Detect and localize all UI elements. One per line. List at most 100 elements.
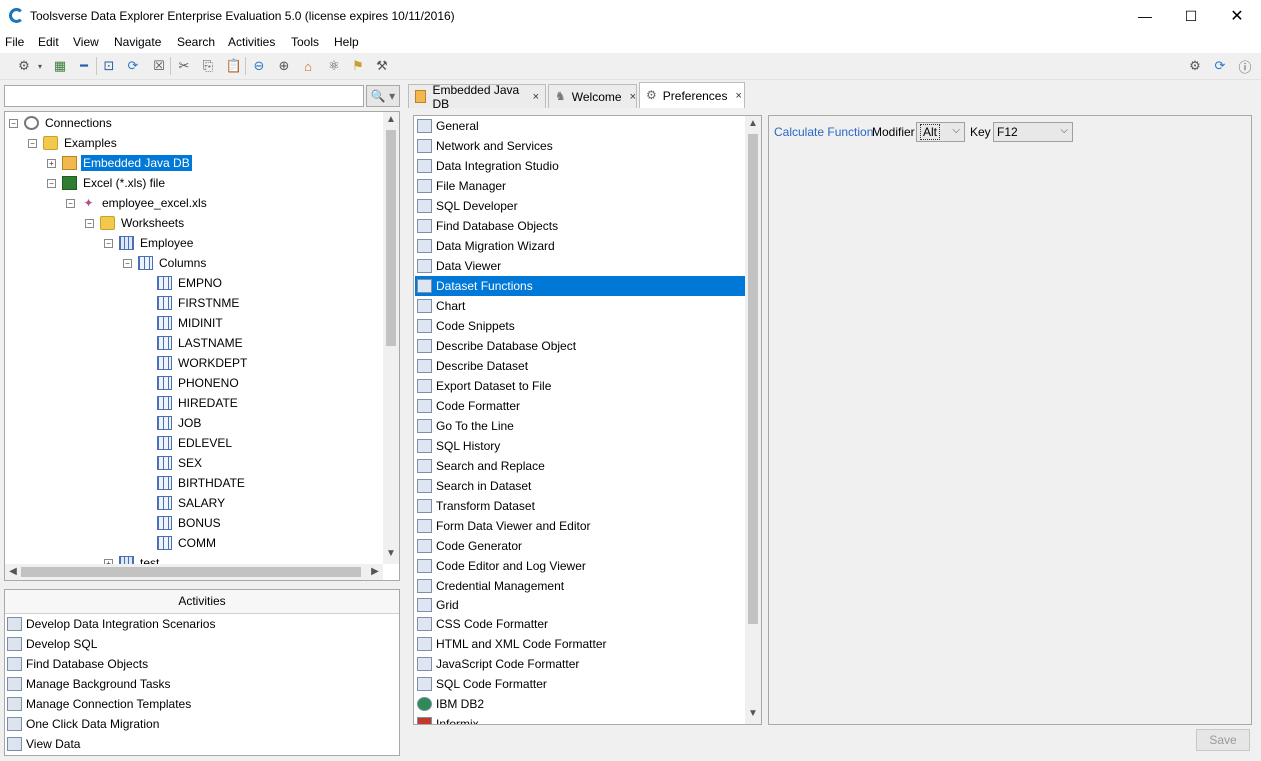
pref-item[interactable]: Data Viewer <box>415 256 745 276</box>
info-icon[interactable]: ⓘ <box>1237 58 1253 75</box>
tree-column[interactable]: WORKDEPT <box>157 353 249 373</box>
signpost-icon[interactable]: ⚑ <box>350 58 366 74</box>
menu-view[interactable]: View <box>73 35 99 49</box>
scroll-thumb[interactable] <box>386 130 396 346</box>
pref-item[interactable]: Search and Replace <box>415 456 745 476</box>
tree-column[interactable]: HIREDATE <box>157 393 240 413</box>
add-icon[interactable]: ▦ <box>52 58 68 74</box>
pref-item[interactable]: JavaScript Code Formatter <box>415 654 745 674</box>
scroll-left-icon[interactable]: ◀ <box>5 566 21 577</box>
pref-item[interactable]: Describe Database Object <box>415 336 745 356</box>
menu-help[interactable]: Help <box>334 35 359 49</box>
tree-vertical-scrollbar[interactable]: ▲ ▼ <box>383 112 399 564</box>
pref-item[interactable]: Network and Services <box>415 136 745 156</box>
pref-item[interactable]: Go To the Line <box>415 416 745 436</box>
pref-item[interactable]: Code Snippets <box>415 316 745 336</box>
menu-tools[interactable]: Tools <box>291 35 319 49</box>
tree-column[interactable]: EDLEVEL <box>157 433 234 453</box>
tree-node-excel-file[interactable]: − Excel (*.xls) file <box>47 173 167 193</box>
tree-node-embedded-java-db[interactable]: + Embedded Java DB <box>47 153 192 173</box>
tree-column[interactable]: COMM <box>157 533 218 553</box>
tree-node-columns[interactable]: − Columns <box>123 253 208 273</box>
menu-edit[interactable]: Edit <box>38 35 59 49</box>
tree-node-employee[interactable]: − Employee <box>104 233 195 253</box>
pref-item[interactable]: CSS Code Formatter <box>415 614 745 634</box>
tree-node-worksheets[interactable]: − Worksheets <box>85 213 186 233</box>
forward-icon[interactable]: ⊕ <box>276 58 292 74</box>
pref-item[interactable]: Data Migration Wizard <box>415 236 745 256</box>
scroll-up-icon[interactable]: ▲ <box>745 118 761 129</box>
pref-item[interactable]: Find Database Objects <box>415 216 745 236</box>
tree-node-employee-excel[interactable]: − ✦ employee_excel.xls <box>66 193 209 213</box>
update-icon[interactable]: ⟳ <box>1212 58 1228 74</box>
pref-item[interactable]: Export Dataset to File <box>415 376 745 396</box>
copy-icon[interactable]: ⎘ <box>200 58 216 74</box>
remove-icon[interactable]: ━ <box>76 58 92 74</box>
tree-node-examples[interactable]: − Examples <box>28 133 119 153</box>
scroll-down-icon[interactable]: ▼ <box>383 548 399 559</box>
menu-navigate[interactable]: Navigate <box>114 35 161 49</box>
tree-column[interactable]: BIRTHDATE <box>157 473 247 493</box>
tree-column[interactable]: PHONENO <box>157 373 241 393</box>
tab-embedded-java-db[interactable]: Embedded Java DB × <box>408 83 546 111</box>
network-icon[interactable]: ⚛ <box>326 58 342 74</box>
prefs-vertical-scrollbar[interactable]: ▲ ▼ <box>745 116 761 724</box>
tree-column[interactable]: BONUS <box>157 513 223 533</box>
tools-icon[interactable]: ⚒ <box>374 58 390 74</box>
calculate-function-link[interactable]: Calculate Function <box>774 125 873 139</box>
activity-item[interactable]: Find Database Objects <box>7 654 148 674</box>
pref-item[interactable]: Transform Dataset <box>415 496 745 516</box>
pref-item[interactable]: SQL Code Formatter <box>415 674 745 694</box>
save-button[interactable]: Save <box>1196 729 1250 751</box>
search-input[interactable] <box>4 85 364 107</box>
menu-file[interactable]: File <box>5 35 24 49</box>
close-tab-icon[interactable]: × <box>735 90 741 102</box>
pref-item[interactable]: Credential Management <box>415 576 745 596</box>
tree-column[interactable]: SEX <box>157 453 204 473</box>
pref-item[interactable]: Chart <box>415 296 745 316</box>
scroll-right-icon[interactable]: ▶ <box>367 566 383 577</box>
tree-column[interactable]: LASTNAME <box>157 333 245 353</box>
close-window-button[interactable]: ✕ <box>1214 0 1260 32</box>
activity-item[interactable]: One Click Data Migration <box>7 714 159 734</box>
tree-column[interactable]: JOB <box>157 413 203 433</box>
scroll-up-icon[interactable]: ▲ <box>383 114 399 125</box>
connect-icon[interactable]: ⚙ <box>16 58 32 74</box>
menu-activities[interactable]: Activities <box>228 35 275 49</box>
scroll-down-icon[interactable]: ▼ <box>745 708 761 719</box>
tree-horizontal-scrollbar[interactable]: ◀ ▶ <box>5 564 383 580</box>
pref-item[interactable]: Describe Dataset <box>415 356 745 376</box>
modifier-select[interactable]: Alt ⌵ <box>916 122 965 142</box>
activity-item[interactable]: Develop Data Integration Scenarios <box>7 614 215 634</box>
tree-column[interactable]: MIDINIT <box>157 313 225 333</box>
pref-item[interactable]: Code Formatter <box>415 396 745 416</box>
scroll-thumb[interactable] <box>21 567 361 577</box>
pref-item[interactable]: General <box>415 116 745 136</box>
scroll-thumb[interactable] <box>748 134 758 624</box>
pref-item[interactable]: Code Editor and Log Viewer <box>415 556 745 576</box>
pref-item[interactable]: HTML and XML Code Formatter <box>415 634 745 654</box>
pref-item[interactable]: IBM DB2 <box>415 694 745 714</box>
close-tab-icon[interactable]: × <box>630 91 636 103</box>
pref-item[interactable]: File Manager <box>415 176 745 196</box>
cut-icon[interactable]: ✂ <box>176 58 192 74</box>
select-icon[interactable]: ⊡ <box>101 58 117 74</box>
activity-item[interactable]: Develop SQL <box>7 634 97 654</box>
paste-icon[interactable]: 📋 <box>226 58 242 74</box>
tree-column[interactable]: EMPNO <box>157 273 224 293</box>
refresh-icon[interactable]: ⟳ <box>125 58 141 74</box>
tree-column[interactable]: SALARY <box>157 493 227 513</box>
connect-dropdown-icon[interactable]: ▾ <box>32 58 48 74</box>
pref-item[interactable]: SQL Developer <box>415 196 745 216</box>
tab-preferences[interactable]: ⚙ Preferences × <box>639 82 745 108</box>
close-icon[interactable]: ☒ <box>151 58 167 74</box>
pref-item[interactable]: Informix <box>415 714 745 724</box>
pref-item-selected[interactable]: Dataset Functions <box>415 276 745 296</box>
back-icon[interactable]: ⊖ <box>251 58 267 74</box>
search-icon[interactable]: 🔍 ▾ <box>366 85 400 107</box>
key-select[interactable]: F12 ⌵ <box>993 122 1073 142</box>
minimize-button[interactable]: — <box>1122 0 1168 32</box>
activity-item[interactable]: Manage Connection Templates <box>7 694 191 714</box>
home-icon[interactable]: ⌂ <box>300 58 316 74</box>
pref-item[interactable]: Grid <box>415 595 745 615</box>
